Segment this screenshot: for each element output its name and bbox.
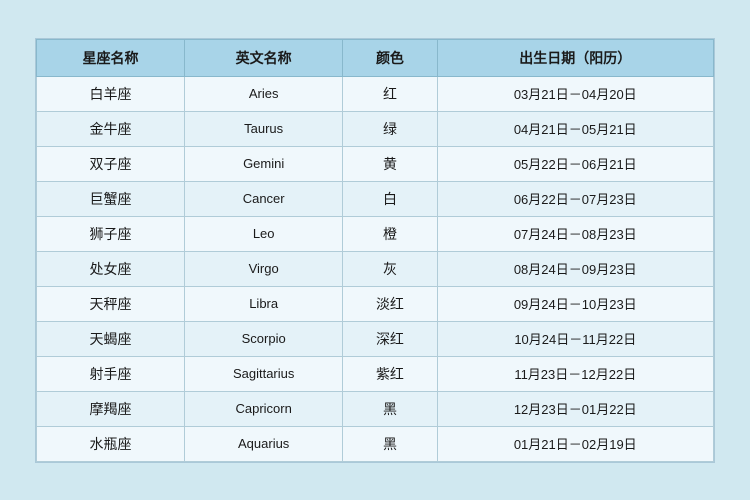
- table-cell-2-1: Gemini: [184, 146, 342, 181]
- table-cell-10-2: 黑: [343, 426, 437, 461]
- table-cell-7-2: 深红: [343, 321, 437, 356]
- table-cell-5-0: 处女座: [37, 251, 185, 286]
- table-cell-8-2: 紫红: [343, 356, 437, 391]
- table-cell-1-0: 金牛座: [37, 111, 185, 146]
- table-cell-6-0: 天秤座: [37, 286, 185, 321]
- table-cell-3-0: 巨蟹座: [37, 181, 185, 216]
- table-cell-8-1: Sagittarius: [184, 356, 342, 391]
- table-cell-0-1: Aries: [184, 76, 342, 111]
- table-cell-9-2: 黑: [343, 391, 437, 426]
- table-cell-10-0: 水瓶座: [37, 426, 185, 461]
- table-body: 白羊座Aries红03月21日－04月20日金牛座Taurus绿04月21日－0…: [37, 76, 714, 461]
- table-cell-5-1: Virgo: [184, 251, 342, 286]
- table-cell-9-1: Capricorn: [184, 391, 342, 426]
- column-header-2: 颜色: [343, 39, 437, 76]
- table-row: 巨蟹座Cancer白06月22日－07月23日: [37, 181, 714, 216]
- zodiac-table-container: 星座名称英文名称颜色出生日期（阳历） 白羊座Aries红03月21日－04月20…: [35, 38, 715, 463]
- table-row: 狮子座Leo橙07月24日－08月23日: [37, 216, 714, 251]
- table-cell-7-0: 天蝎座: [37, 321, 185, 356]
- table-cell-7-1: Scorpio: [184, 321, 342, 356]
- table-cell-8-3: 11月23日－12月22日: [437, 356, 713, 391]
- table-cell-9-3: 12月23日－01月22日: [437, 391, 713, 426]
- table-cell-1-2: 绿: [343, 111, 437, 146]
- table-cell-6-3: 09月24日－10月23日: [437, 286, 713, 321]
- column-header-0: 星座名称: [37, 39, 185, 76]
- table-cell-1-1: Taurus: [184, 111, 342, 146]
- table-row: 金牛座Taurus绿04月21日－05月21日: [37, 111, 714, 146]
- table-cell-3-2: 白: [343, 181, 437, 216]
- table-header-row: 星座名称英文名称颜色出生日期（阳历）: [37, 39, 714, 76]
- table-cell-1-3: 04月21日－05月21日: [437, 111, 713, 146]
- table-cell-0-3: 03月21日－04月20日: [437, 76, 713, 111]
- table-cell-10-1: Aquarius: [184, 426, 342, 461]
- table-row: 天秤座Libra淡红09月24日－10月23日: [37, 286, 714, 321]
- table-row: 水瓶座Aquarius黑01月21日－02月19日: [37, 426, 714, 461]
- zodiac-table: 星座名称英文名称颜色出生日期（阳历） 白羊座Aries红03月21日－04月20…: [36, 39, 714, 462]
- table-cell-2-3: 05月22日－06月21日: [437, 146, 713, 181]
- table-cell-6-1: Libra: [184, 286, 342, 321]
- column-header-1: 英文名称: [184, 39, 342, 76]
- table-cell-10-3: 01月21日－02月19日: [437, 426, 713, 461]
- table-cell-4-3: 07月24日－08月23日: [437, 216, 713, 251]
- table-cell-4-1: Leo: [184, 216, 342, 251]
- table-cell-7-3: 10月24日－11月22日: [437, 321, 713, 356]
- table-row: 处女座Virgo灰08月24日－09月23日: [37, 251, 714, 286]
- table-cell-0-2: 红: [343, 76, 437, 111]
- column-header-3: 出生日期（阳历）: [437, 39, 713, 76]
- table-row: 天蝎座Scorpio深红10月24日－11月22日: [37, 321, 714, 356]
- table-cell-5-2: 灰: [343, 251, 437, 286]
- table-cell-2-2: 黄: [343, 146, 437, 181]
- table-cell-4-0: 狮子座: [37, 216, 185, 251]
- table-row: 双子座Gemini黄05月22日－06月21日: [37, 146, 714, 181]
- table-cell-9-0: 摩羯座: [37, 391, 185, 426]
- table-cell-2-0: 双子座: [37, 146, 185, 181]
- table-cell-6-2: 淡红: [343, 286, 437, 321]
- table-cell-4-2: 橙: [343, 216, 437, 251]
- table-cell-5-3: 08月24日－09月23日: [437, 251, 713, 286]
- table-cell-0-0: 白羊座: [37, 76, 185, 111]
- table-cell-3-1: Cancer: [184, 181, 342, 216]
- table-cell-3-3: 06月22日－07月23日: [437, 181, 713, 216]
- table-cell-8-0: 射手座: [37, 356, 185, 391]
- table-row: 射手座Sagittarius紫红11月23日－12月22日: [37, 356, 714, 391]
- table-row: 白羊座Aries红03月21日－04月20日: [37, 76, 714, 111]
- table-row: 摩羯座Capricorn黑12月23日－01月22日: [37, 391, 714, 426]
